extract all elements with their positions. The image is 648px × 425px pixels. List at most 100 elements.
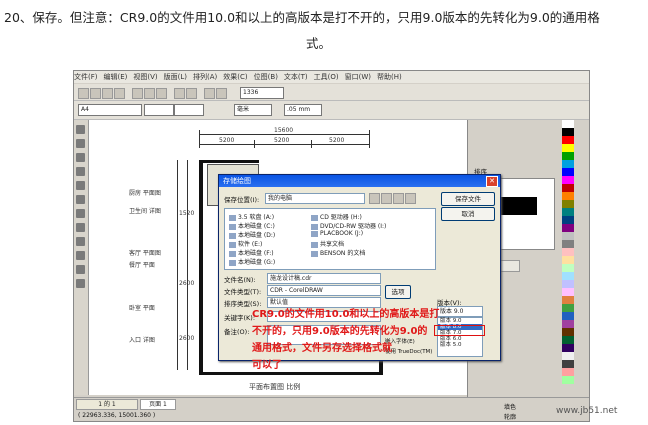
palette-swatch[interactable] bbox=[562, 304, 574, 312]
palette-swatch[interactable] bbox=[562, 152, 574, 160]
palette-swatch[interactable] bbox=[562, 376, 574, 384]
menu-item[interactable]: 编辑(E) bbox=[104, 73, 128, 81]
palette-swatch[interactable] bbox=[562, 248, 574, 256]
palette-swatch[interactable] bbox=[562, 232, 574, 240]
export-icon[interactable] bbox=[216, 88, 227, 99]
polygon-tool-icon[interactable] bbox=[76, 209, 85, 218]
options-button[interactable]: 选项 bbox=[385, 285, 411, 299]
eyedropper-tool-icon[interactable] bbox=[76, 251, 85, 260]
palette-swatch[interactable] bbox=[562, 352, 574, 360]
shape-tool-icon[interactable] bbox=[76, 139, 85, 148]
outline-tool-icon[interactable] bbox=[76, 265, 85, 274]
palette-swatch[interactable] bbox=[562, 168, 574, 176]
drive-icon bbox=[311, 214, 318, 221]
menu-item[interactable]: 工具(O) bbox=[314, 73, 339, 81]
copy-icon[interactable] bbox=[144, 88, 155, 99]
menu-item[interactable]: 文本(T) bbox=[284, 73, 308, 81]
menu-item[interactable]: 位图(B) bbox=[254, 73, 278, 81]
save-in-combo[interactable]: 我的电脑 bbox=[265, 193, 365, 204]
up-folder-icon[interactable] bbox=[381, 193, 392, 204]
page-width-field[interactable] bbox=[144, 104, 174, 116]
palette-swatch[interactable] bbox=[562, 200, 574, 208]
palette-swatch[interactable] bbox=[562, 216, 574, 224]
palette-swatch[interactable] bbox=[562, 320, 574, 328]
page-height-field[interactable] bbox=[174, 104, 204, 116]
file-list-item[interactable]: CD 驱动器 (H:) bbox=[311, 212, 362, 221]
filename-field[interactable]: 施龙设计稿.cdr bbox=[267, 273, 381, 284]
file-list-item[interactable]: 本地磁盘 (D:) bbox=[229, 230, 275, 239]
palette-swatch[interactable] bbox=[562, 264, 574, 272]
import-icon[interactable] bbox=[204, 88, 215, 99]
palette-swatch[interactable] bbox=[562, 224, 574, 232]
close-icon[interactable]: ✕ bbox=[486, 176, 498, 187]
palette-swatch[interactable] bbox=[562, 328, 574, 336]
palette-swatch[interactable] bbox=[562, 344, 574, 352]
ellipse-tool-icon[interactable] bbox=[76, 195, 85, 204]
paste-icon[interactable] bbox=[156, 88, 167, 99]
file-list-item[interactable]: 3.5 软盘 (A:) bbox=[229, 212, 274, 221]
file-list-item[interactable]: 共享文档 bbox=[311, 239, 344, 248]
page-tab[interactable]: 页面 1 bbox=[140, 399, 176, 410]
menu-item[interactable]: 版面(L) bbox=[164, 73, 187, 81]
file-list-item[interactable]: BENSON 的文档 bbox=[311, 248, 365, 257]
cancel-button[interactable]: 取消 bbox=[441, 207, 495, 221]
palette-swatch[interactable] bbox=[562, 360, 574, 368]
file-list-item[interactable]: 本地磁盘 (G:) bbox=[229, 257, 275, 266]
open-icon[interactable] bbox=[90, 88, 101, 99]
units-combo[interactable]: 毫米 bbox=[234, 104, 272, 116]
file-list-item[interactable]: 本地磁盘 (F:) bbox=[229, 248, 274, 257]
cut-icon[interactable] bbox=[132, 88, 143, 99]
menu-item[interactable]: 视图(V) bbox=[133, 73, 157, 81]
palette-swatch[interactable] bbox=[562, 144, 574, 152]
menu-item[interactable]: 文件(F) bbox=[74, 73, 98, 81]
palette-swatch[interactable] bbox=[562, 240, 574, 248]
palette-swatch[interactable] bbox=[562, 256, 574, 264]
file-list[interactable]: 3.5 软盘 (A:) 本地磁盘 (C:) 本地磁盘 (D:) 软件 (E:) 本地磁盘… bbox=[224, 208, 436, 270]
new-folder-icon[interactable] bbox=[393, 193, 404, 204]
palette-swatch[interactable] bbox=[562, 160, 574, 168]
view-menu-icon[interactable] bbox=[405, 193, 416, 204]
palette-swatch[interactable] bbox=[562, 296, 574, 304]
palette-swatch[interactable] bbox=[562, 280, 574, 288]
undo-icon[interactable] bbox=[174, 88, 185, 99]
color-palette[interactable] bbox=[562, 120, 574, 410]
file-list-item[interactable]: DVD/CD-RW 驱动器 (I:) bbox=[311, 221, 386, 230]
menu-item[interactable]: 排列(A) bbox=[193, 73, 217, 81]
back-icon[interactable] bbox=[369, 193, 380, 204]
filetype-combo[interactable]: CDR - CorelDRAW bbox=[267, 285, 381, 296]
fill-tool-icon[interactable] bbox=[76, 279, 85, 288]
file-list-item[interactable]: 软件 (E:) bbox=[229, 239, 262, 248]
nudge-field[interactable]: .05 mm bbox=[284, 104, 322, 116]
palette-swatch[interactable] bbox=[562, 192, 574, 200]
save-file-button[interactable]: 保存文件 bbox=[441, 192, 495, 206]
zoom-tool-icon[interactable] bbox=[76, 153, 85, 162]
menu-item[interactable]: 效果(C) bbox=[223, 73, 247, 81]
save-icon[interactable] bbox=[102, 88, 113, 99]
pick-tool-icon[interactable] bbox=[76, 125, 85, 134]
zoom-combo[interactable]: 1336 bbox=[240, 87, 284, 99]
palette-swatch[interactable] bbox=[562, 136, 574, 144]
file-list-item[interactable]: PLACBOOK (J:) bbox=[311, 230, 363, 237]
palette-swatch[interactable] bbox=[562, 176, 574, 184]
palette-swatch[interactable] bbox=[562, 288, 574, 296]
palette-swatch[interactable] bbox=[562, 208, 574, 216]
interactive-tool-icon[interactable] bbox=[76, 237, 85, 246]
palette-swatch[interactable] bbox=[562, 128, 574, 136]
palette-swatch[interactable] bbox=[562, 184, 574, 192]
freehand-tool-icon[interactable] bbox=[76, 167, 85, 176]
redo-icon[interactable] bbox=[186, 88, 197, 99]
menu-item[interactable]: 帮助(H) bbox=[377, 73, 402, 81]
menu-item[interactable]: 窗口(W) bbox=[345, 73, 371, 81]
page-counter[interactable]: 1 的 1 bbox=[76, 399, 138, 410]
palette-swatch[interactable] bbox=[562, 120, 574, 128]
palette-swatch[interactable] bbox=[562, 272, 574, 280]
new-icon[interactable] bbox=[78, 88, 89, 99]
file-list-item[interactable]: 本地磁盘 (C:) bbox=[229, 221, 275, 230]
print-icon[interactable] bbox=[114, 88, 125, 99]
palette-swatch[interactable] bbox=[562, 312, 574, 320]
text-tool-icon[interactable] bbox=[76, 223, 85, 232]
palette-swatch[interactable] bbox=[562, 336, 574, 344]
rectangle-tool-icon[interactable] bbox=[76, 181, 85, 190]
palette-swatch[interactable] bbox=[562, 368, 574, 376]
paper-size-combo[interactable]: A4 bbox=[78, 104, 142, 116]
